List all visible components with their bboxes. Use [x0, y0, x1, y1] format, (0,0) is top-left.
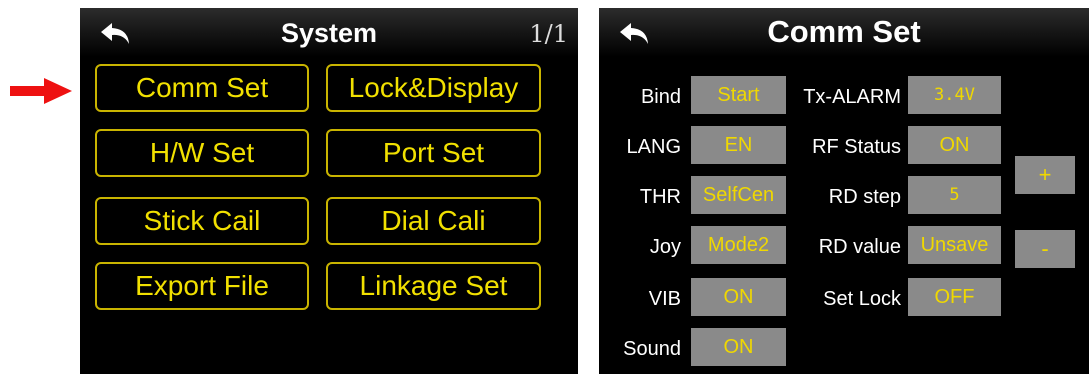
hw-set-button[interactable]: H/W Set — [95, 129, 309, 177]
export-file-button[interactable]: Export File — [95, 262, 309, 310]
bind-label: Bind — [640, 86, 681, 108]
page-indicator: 1/1 — [529, 20, 568, 48]
thr-value[interactable]: SelfCen — [691, 176, 786, 214]
plus-button[interactable]: + — [1015, 156, 1075, 194]
comm-set-button[interactable]: Comm Set — [95, 64, 309, 112]
rf-status-value[interactable]: ON — [908, 126, 1001, 164]
comm-set-screen: Comm Set Bind LANG THR Joy VIB Sound Sta… — [599, 8, 1089, 374]
thr-label: THR — [639, 186, 681, 208]
lang-value[interactable]: EN — [691, 126, 786, 164]
system-title-bar: System 1/1 — [80, 8, 578, 57]
lang-label: LANG — [626, 136, 681, 158]
set-lock-value[interactable]: OFF — [908, 278, 1001, 316]
page-title: System — [280, 18, 378, 48]
dial-cali-button[interactable]: Dial Cali — [326, 197, 541, 245]
rd-value-label: RD value — [818, 236, 901, 258]
page-title: Comm Set — [767, 14, 921, 49]
system-screen: System 1/1 Comm Set Lock&Display H/W Set… — [80, 8, 578, 374]
rf-status-label: RF Status — [812, 136, 901, 158]
joy-label: Joy — [649, 236, 681, 258]
rd-step-label: RD step — [828, 186, 901, 208]
tx-alarm-value[interactable]: 3.4V — [908, 76, 1001, 114]
minus-button[interactable]: - — [1015, 230, 1075, 268]
joy-value[interactable]: Mode2 — [691, 226, 786, 264]
lock-display-button[interactable]: Lock&Display — [326, 64, 541, 112]
sound-value[interactable]: ON — [691, 328, 786, 366]
sound-label: Sound — [623, 338, 681, 360]
port-set-button[interactable]: Port Set — [326, 129, 541, 177]
rd-step-value[interactable]: 5 — [908, 176, 1001, 214]
vib-value[interactable]: ON — [691, 278, 786, 316]
stick-cail-button[interactable]: Stick Cail — [95, 197, 309, 245]
rd-value-value[interactable]: Unsave — [908, 226, 1001, 264]
comm-title-bar: Comm Set — [599, 8, 1089, 57]
bind-value[interactable]: Start — [691, 76, 786, 114]
pointer-arrow-icon — [10, 78, 72, 104]
set-lock-label: Set Lock — [823, 288, 901, 310]
linkage-set-button[interactable]: Linkage Set — [326, 262, 541, 310]
tx-alarm-label: Tx-ALARM — [803, 86, 901, 108]
vib-label: VIB — [648, 288, 681, 310]
